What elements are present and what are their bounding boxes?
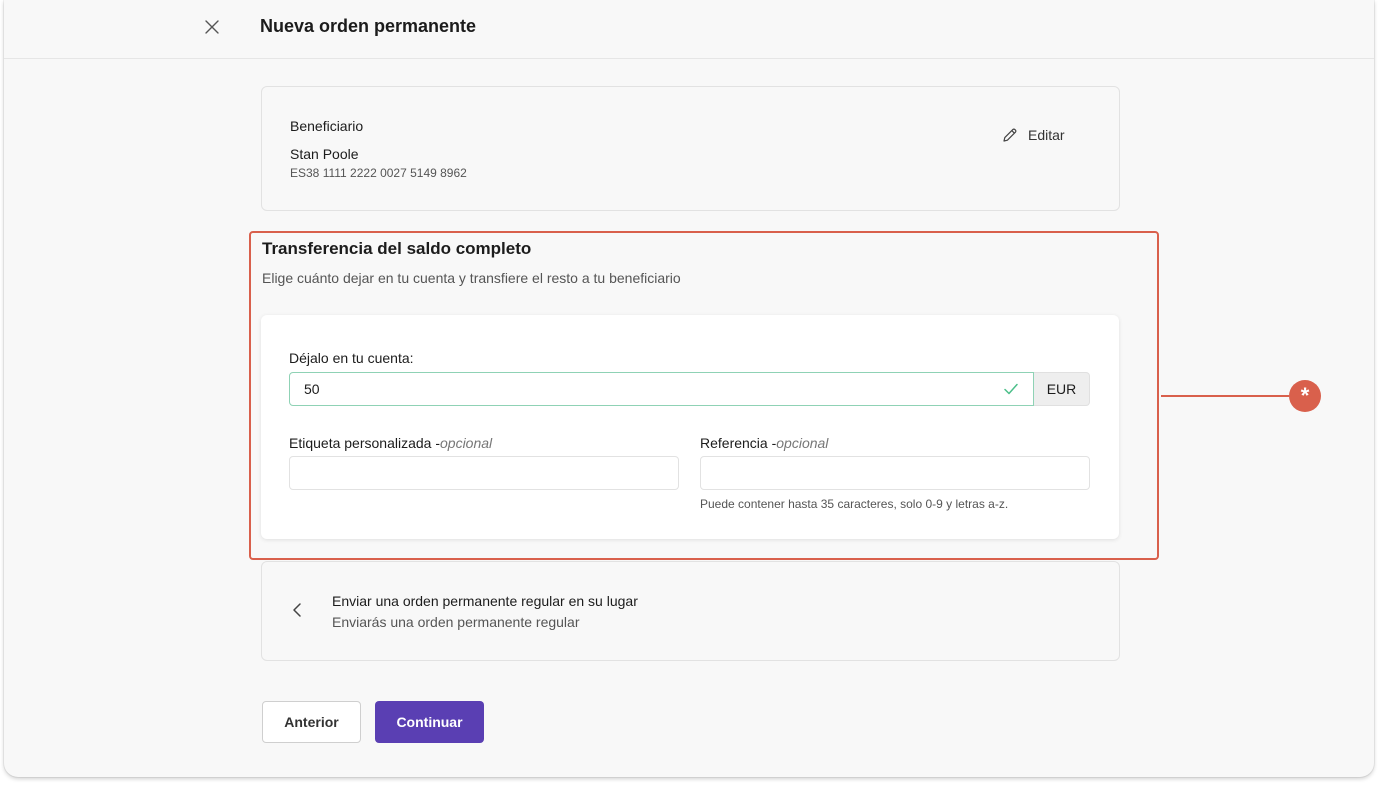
edit-label: Editar bbox=[1028, 127, 1065, 143]
beneficiary-card: Beneficiario Stan Poole ES38 1111 2222 0… bbox=[261, 86, 1120, 211]
reference-helper-text: Puede contener hasta 35 caracteres, solo… bbox=[700, 497, 1009, 511]
reference-input[interactable] bbox=[700, 456, 1090, 490]
close-button[interactable] bbox=[200, 15, 224, 39]
reference-optional: opcional bbox=[776, 435, 829, 451]
check-icon bbox=[1004, 383, 1018, 395]
pencil-icon bbox=[1003, 128, 1017, 142]
full-balance-form: Déjalo en tu cuenta: 50 EUR Etiqueta per… bbox=[261, 315, 1119, 539]
app-window: Nueva orden permanente Beneficiario Stan… bbox=[4, 0, 1374, 777]
annotation-connector-line bbox=[1161, 395, 1289, 397]
custom-label-input[interactable] bbox=[289, 456, 679, 490]
regular-order-title: Enviar una orden permanente regular en s… bbox=[332, 593, 638, 609]
annotation-marker: * bbox=[1289, 380, 1321, 412]
beneficiary-iban: ES38 1111 2222 0027 5149 8962 bbox=[290, 166, 467, 180]
section-subtitle: Elige cuánto dejar en tu cuenta y transf… bbox=[262, 270, 681, 286]
reference-title: Referencia -opcional bbox=[700, 435, 828, 451]
edit-beneficiary-button[interactable]: Editar bbox=[1002, 127, 1065, 143]
currency-addon: EUR bbox=[1034, 372, 1090, 406]
top-bar: Nueva orden permanente bbox=[4, 0, 1374, 59]
previous-button[interactable]: Anterior bbox=[262, 701, 361, 743]
leave-amount-input[interactable]: 50 bbox=[289, 372, 1034, 406]
page-title: Nueva orden permanente bbox=[260, 16, 477, 36]
regular-order-option[interactable]: Enviar una orden permanente regular en s… bbox=[261, 561, 1120, 661]
leave-amount-value: 50 bbox=[304, 381, 320, 397]
custom-label-text: Etiqueta personalizada - bbox=[289, 435, 440, 451]
close-icon bbox=[205, 20, 219, 34]
custom-label-title: Etiqueta personalizada -opcional bbox=[289, 435, 492, 451]
custom-label-optional: opcional bbox=[440, 435, 493, 451]
section-title: Transferencia del saldo completo bbox=[262, 239, 532, 258]
continue-button[interactable]: Continuar bbox=[375, 701, 484, 743]
regular-order-subtitle: Enviarás una orden permanente regular bbox=[332, 614, 580, 630]
beneficiary-heading: Beneficiario bbox=[290, 118, 364, 134]
chevron-left-icon bbox=[293, 603, 301, 617]
leave-amount-label: Déjalo en tu cuenta: bbox=[289, 350, 414, 366]
reference-text: Referencia - bbox=[700, 435, 777, 451]
beneficiary-name: Stan Poole bbox=[290, 146, 359, 162]
